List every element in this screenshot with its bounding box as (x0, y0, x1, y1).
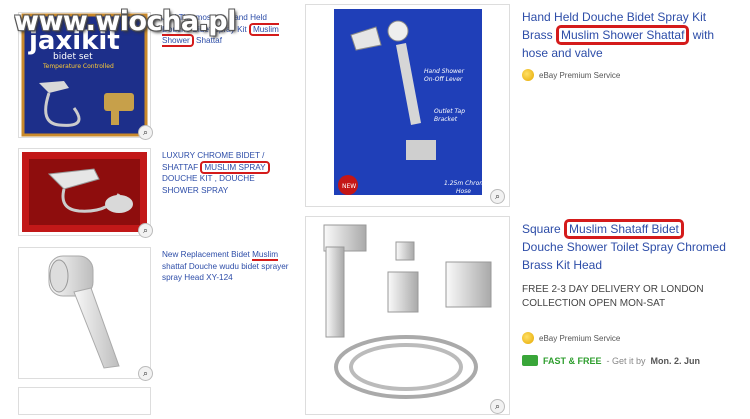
fast-free-label: FAST & FREE (543, 355, 602, 366)
premium-icon (522, 69, 534, 81)
label-text: Bracket (434, 116, 458, 123)
badge-text: eBay Premium Service (539, 333, 621, 343)
delivery-date: Mon. 2. Jun (650, 355, 701, 366)
highlight-box[interactable]: Muslim Shataff Bidet (564, 219, 684, 239)
label-text: 1.25m Chrome (444, 180, 489, 187)
magnify-icon[interactable]: ⌕ (138, 366, 153, 381)
title-text[interactable]: Shattaf (194, 36, 222, 45)
get-it-label: - Get it by (606, 355, 646, 366)
highlight-box[interactable]: Muslim Shower Shattaf (556, 25, 690, 45)
magnify-icon[interactable]: ⌕ (490, 399, 505, 414)
box-sub2: Temperature Controlled (42, 63, 114, 70)
square-kit-image (323, 224, 492, 399)
ebay-premium-badge: eBay Premium Service (522, 69, 620, 81)
product-card-square-kit[interactable]: ⌕ (305, 216, 510, 415)
magnify-icon[interactable]: ⌕ (490, 189, 505, 204)
product-title-square-kit[interactable]: Square Muslim Shataff Bidet Douche Showe… (522, 219, 727, 274)
badge-text: eBay Premium Service (539, 70, 621, 80)
title-text[interactable]: shattaf Douche wudu bidet sprayer spray … (162, 262, 289, 283)
spray-head-image (48, 255, 120, 369)
label-text: Hand Shower (424, 68, 465, 75)
truck-icon (522, 355, 538, 366)
title-text[interactable]: Square (522, 222, 564, 236)
listing-title-replacement[interactable]: New Replacement Bidet Muslim shattaf Dou… (162, 249, 292, 284)
thumbnail-partial[interactable] (18, 387, 151, 415)
watermark: www.wiocha.pl (14, 6, 236, 37)
box-sub: bidet set (53, 52, 93, 62)
fast-free-shipping: FAST & FREE - Get it by Mon. 2. Jun (522, 355, 700, 366)
thumbnail-replacement-head[interactable]: ⌕ (18, 247, 153, 381)
title-text[interactable]: New Replacement Bidet (162, 250, 252, 259)
chrome-bidet-box-image (22, 152, 147, 232)
title-text[interactable]: DOUCHE KIT , DOUCHE SHOWER SPRAY (162, 174, 255, 195)
label-text: Hose (456, 188, 471, 195)
product-card-brass-kit[interactable]: NEW Hand Shower On-Off Lever Outlet Tap … (305, 4, 510, 207)
magnify-icon[interactable]: ⌕ (138, 223, 153, 238)
brass-kit-image: NEW Hand Shower On-Off Lever Outlet Tap … (334, 9, 489, 195)
premium-icon (522, 332, 534, 344)
ebay-premium-badge: eBay Premium Service (522, 332, 620, 344)
listing-title-chrome-bidet[interactable]: LUXURY CHROME BIDET / SHATTAF MUSLIM SPR… (162, 150, 292, 196)
label-text: On-Off Lever (424, 76, 463, 83)
delivery-text: FREE 2-3 DAY DELIVERY OR LONDON COLLECTI… (522, 284, 704, 309)
title-text[interactable]: Douche Shower Toilet Spray Chromed Brass… (522, 240, 726, 272)
label-text: Outlet Tap (434, 108, 465, 115)
highlight-underline[interactable]: Muslim (252, 250, 279, 261)
product-title-brass-kit[interactable]: Hand Held Douche Bidet Spray Kit Brass M… (522, 8, 727, 62)
magnify-icon[interactable]: ⌕ (138, 125, 153, 140)
thumbnail-chrome-bidet[interactable]: ⌕ (18, 148, 153, 238)
new-badge: NEW (342, 183, 356, 190)
highlight-box[interactable]: MUSLIM SPRAY (200, 160, 270, 174)
